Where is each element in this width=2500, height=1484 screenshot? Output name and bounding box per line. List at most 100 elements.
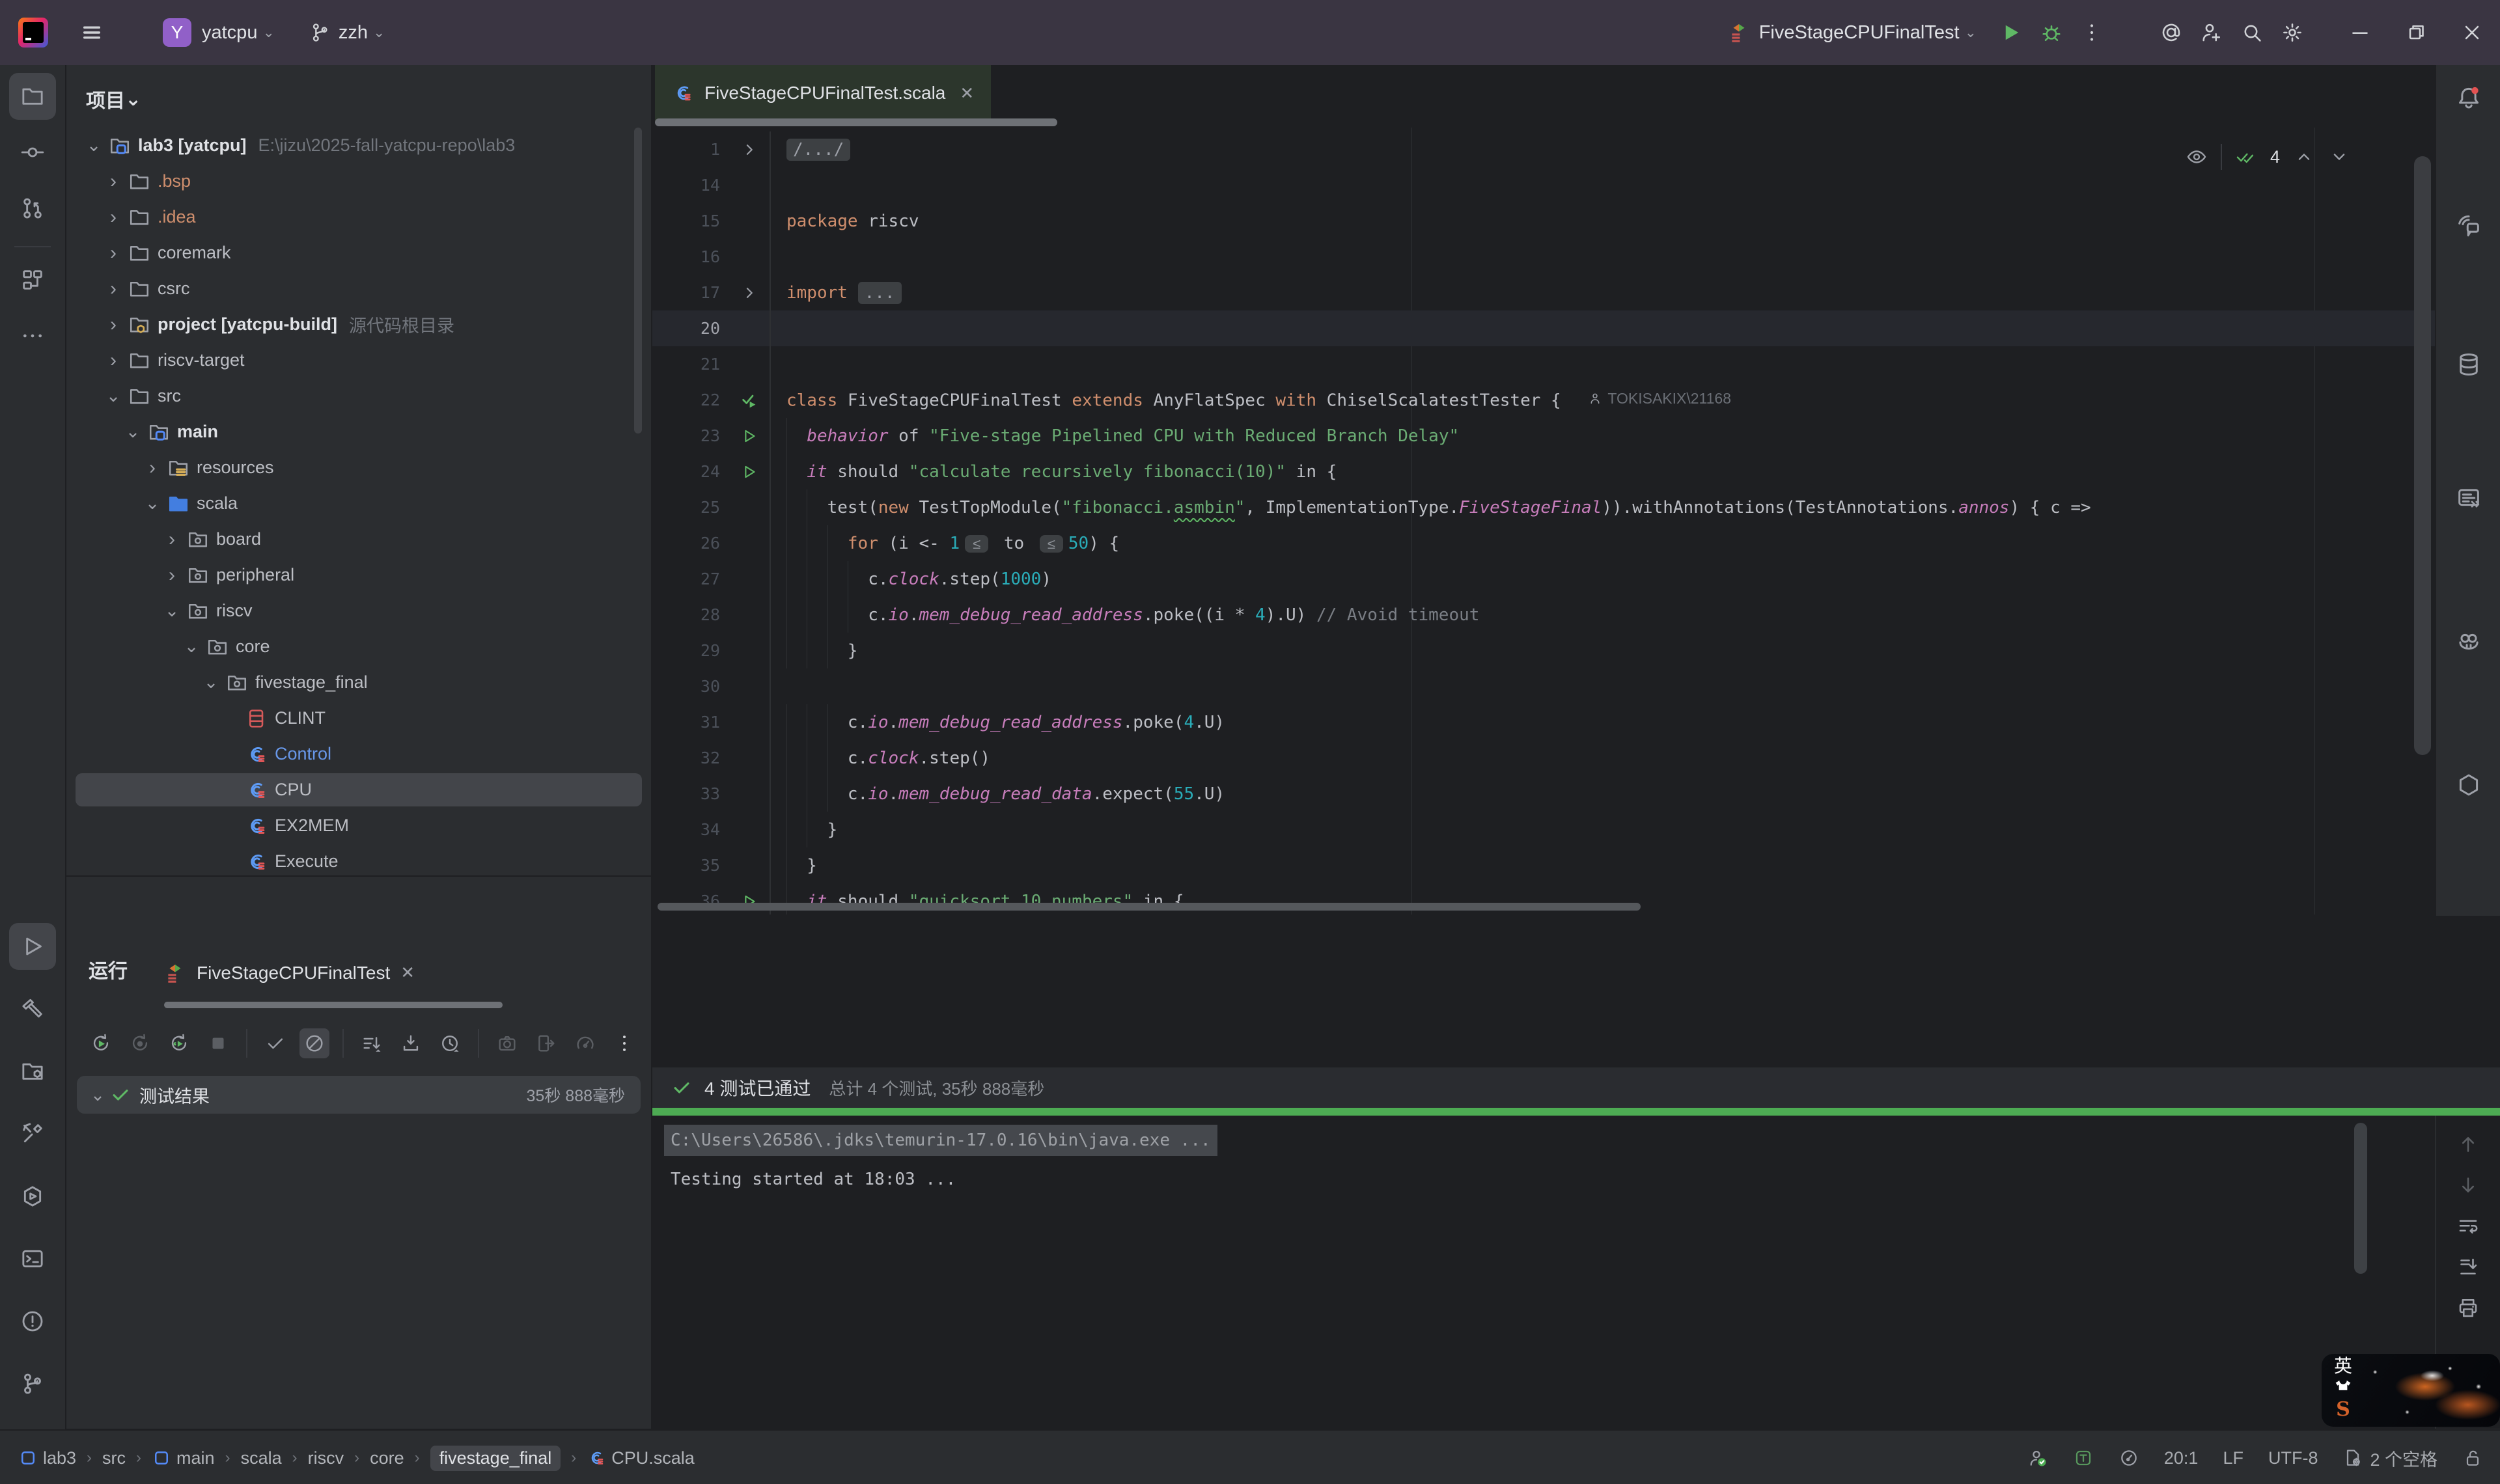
vertical-scrollbar[interactable] — [2414, 156, 2431, 755]
code-line-20[interactable]: 20 — [652, 310, 2435, 346]
tree-item-peripheral[interactable]: ›peripheral — [66, 557, 651, 593]
rerun-auto-button[interactable] — [164, 1028, 194, 1058]
status-translation[interactable] — [2073, 1448, 2094, 1468]
code-line-24[interactable]: 24it should "calculate recursively fibon… — [652, 454, 2435, 489]
close-button[interactable] — [2444, 0, 2500, 65]
chevron-down-icon[interactable]: ⌄ — [199, 672, 223, 693]
run-gutter-icon[interactable] — [729, 462, 770, 482]
chevron-down-icon[interactable]: ⌄ — [82, 135, 105, 156]
chevron-right-icon[interactable]: › — [102, 350, 125, 372]
tool-strip-problems[interactable] — [9, 1298, 56, 1345]
tool-strip-commit[interactable] — [9, 129, 56, 176]
code-line-32[interactable]: 32c.clock.step() — [652, 740, 2435, 776]
tree-item-core[interactable]: ⌄core — [66, 629, 651, 665]
user-plus-button[interactable] — [2191, 12, 2232, 53]
tool-strip-run-play[interactable] — [9, 923, 56, 970]
code-line-30[interactable]: 30 — [652, 668, 2435, 704]
tool-strip-git-branch[interactable] — [9, 1360, 56, 1407]
close-icon[interactable]: ✕ — [400, 963, 415, 983]
code-line-25[interactable]: 25test(new TestTopModule("fibonacci.asmb… — [652, 489, 2435, 525]
camera-button[interactable] — [492, 1028, 522, 1058]
slash-circle-button[interactable] — [299, 1028, 329, 1058]
chevron-right-icon[interactable]: › — [102, 314, 125, 336]
import-results-button[interactable] — [396, 1028, 426, 1058]
soft-wrap-button[interactable] — [2456, 1215, 2480, 1241]
tool-strip-database[interactable] — [2445, 341, 2492, 388]
tool-strip-documentation[interactable] — [2445, 475, 2492, 522]
code-line-34[interactable]: 34} — [652, 812, 2435, 847]
checkrun-gutter-icon[interactable] — [729, 391, 770, 410]
branch-switcher[interactable]: zzh — [339, 22, 368, 44]
breadcrumb-core[interactable]: core — [370, 1448, 404, 1468]
inspections-widget[interactable]: 4 — [2186, 142, 2350, 172]
exit-snapshot-button[interactable] — [531, 1028, 561, 1058]
kebab-button[interactable] — [2072, 12, 2112, 53]
tree-item-CPU[interactable]: CPU — [66, 772, 651, 808]
tool-strip-tools[interactable] — [9, 1110, 56, 1157]
kebab-button[interactable] — [609, 1028, 639, 1058]
code-line-22[interactable]: 22class FiveStageCPUFinalTest extends An… — [652, 382, 2435, 418]
run-configuration-selector[interactable]: FiveStageCPUFinalTest ⌄ — [1728, 21, 1977, 44]
project-switcher[interactable]: yatcpu — [202, 22, 257, 44]
bug-button[interactable] — [2031, 12, 2072, 53]
history-clock-button[interactable] — [435, 1028, 465, 1058]
horizontal-scrollbar[interactable] — [658, 903, 1641, 911]
breadcrumb-lab3[interactable]: lab3 — [18, 1448, 76, 1468]
status-caret-position[interactable]: 20:1 — [2164, 1448, 2199, 1468]
tree-item-resources[interactable]: ›resources — [66, 450, 651, 486]
code-line-15[interactable]: 15package riscv — [652, 203, 2435, 239]
search-button[interactable] — [2232, 12, 2272, 53]
fold-gutter-icon[interactable] — [729, 283, 770, 303]
tree-item-board[interactable]: ›board — [66, 521, 651, 557]
tree-item-src[interactable]: ⌄src — [66, 378, 651, 414]
breadcrumb-main[interactable]: main — [152, 1448, 215, 1468]
code-line-17[interactable]: 17import ... — [652, 275, 2435, 310]
sort-lines-button[interactable] — [357, 1028, 387, 1058]
tool-strip-ai-assistant[interactable] — [2445, 202, 2492, 249]
stop-button[interactable] — [203, 1028, 233, 1058]
tool-strip-structure[interactable] — [9, 256, 56, 303]
chevron-right-icon[interactable]: › — [102, 242, 125, 264]
breadcrumb-src[interactable]: src — [102, 1448, 126, 1468]
status-code-with-me[interactable] — [2027, 1448, 2048, 1468]
test-results-row[interactable]: ⌄ 测试结果 35秒 888毫秒 — [77, 1076, 641, 1114]
tree-item-scala[interactable]: ⌄scala — [66, 486, 651, 521]
arrow-down-button[interactable] — [2456, 1174, 2480, 1200]
tree-item-.idea[interactable]: ›.idea — [66, 199, 651, 235]
eye-icon[interactable] — [2186, 146, 2208, 168]
breadcrumb-riscv[interactable]: riscv — [308, 1448, 344, 1468]
console-line[interactable]: C:\Users\26586\.jdks\temurin-17.0.16\bin… — [664, 1125, 1217, 1156]
status-line-separator[interactable]: LF — [2223, 1448, 2243, 1468]
chevron-right-icon[interactable]: › — [102, 171, 125, 193]
rerun-button[interactable] — [86, 1028, 116, 1058]
close-icon[interactable]: ✕ — [960, 83, 974, 103]
breadcrumb-CPU.scala[interactable]: CPU.scala — [587, 1448, 695, 1468]
max-button[interactable] — [2388, 0, 2444, 65]
editor-tab[interactable]: FiveStageCPUFinalTest.scala ✕ — [655, 65, 991, 121]
code-line-31[interactable]: 31c.io.mem_debug_read_address.poke(4.U) — [652, 704, 2435, 740]
run-gutter-icon[interactable] — [729, 426, 770, 446]
project-scrollbar[interactable] — [634, 128, 642, 433]
breadcrumb-scala[interactable]: scala — [241, 1448, 282, 1468]
chevron-down-icon[interactable]: ⌄ — [86, 1085, 109, 1105]
code-line-26[interactable]: 26for (i <- 1≤ to ≤50) { — [652, 525, 2435, 561]
breadcrumb-fivestage_final[interactable]: fivestage_final — [430, 1446, 561, 1471]
chevron-down-icon[interactable]: ⌄ — [141, 493, 164, 514]
code-line-27[interactable]: 27c.clock.step(1000) — [652, 561, 2435, 597]
code-line-28[interactable]: 28c.io.mem_debug_read_address.poke((i * … — [652, 597, 2435, 633]
tree-item-Execute[interactable]: Execute — [66, 844, 651, 875]
code-line-33[interactable]: 33c.io.mem_debug_read_data.expect(55.U) — [652, 776, 2435, 812]
chevron-up-icon[interactable] — [2293, 146, 2315, 168]
code-line-35[interactable]: 35} — [652, 847, 2435, 883]
tree-item-project[interactable]: ›project [yatcpu-build]源代码根目录 — [66, 307, 651, 342]
console-output[interactable]: C:\Users\26586\.jdks\temurin-17.0.16\bin… — [652, 1116, 2435, 1429]
chevron-down-icon[interactable]: ⌄ — [180, 637, 203, 657]
min-button[interactable] — [2332, 0, 2388, 65]
tool-strip-services[interactable] — [9, 1048, 56, 1095]
status-performance[interactable] — [2118, 1448, 2139, 1468]
play-green-button[interactable] — [1991, 12, 2031, 53]
code-area[interactable]: 1/.../1415package riscv1617import ...202… — [652, 128, 2435, 914]
console-scrollbar[interactable] — [2354, 1123, 2367, 1274]
tree-item-.bsp[interactable]: ›.bsp — [66, 163, 651, 199]
at-button[interactable] — [2151, 12, 2191, 53]
